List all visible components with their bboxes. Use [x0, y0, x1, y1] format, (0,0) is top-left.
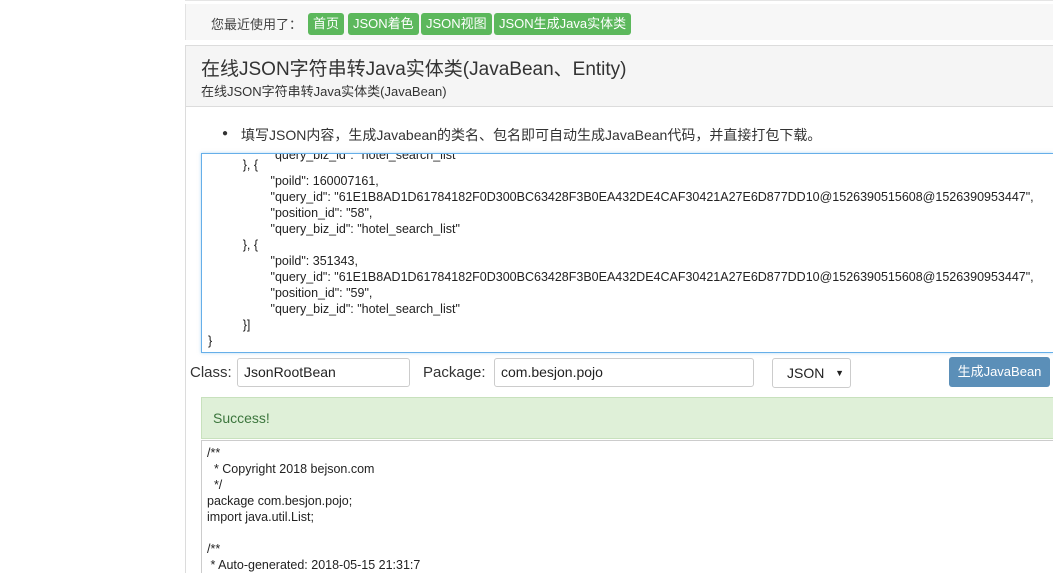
- recent-tag-json-view[interactable]: JSON视图: [421, 13, 492, 35]
- editor-line: "query_biz_id": "hotel_search_list": [208, 222, 460, 236]
- format-select-value: JSON: [787, 365, 825, 381]
- editor-line: "query_biz_id": "hotel_search_list": [208, 302, 460, 316]
- package-name-input[interactable]: com.besjon.pojo: [494, 358, 754, 387]
- panel-heading: 在线JSON字符串转Java实体类(JavaBean、Entity) 在线JSO…: [185, 45, 1053, 107]
- editor-line: "query_id": "61E1B8AD1D61784182F0D300BC6…: [208, 270, 1034, 284]
- success-message: Success!: [213, 410, 270, 426]
- output-line: * Copyright 2018 bejson.com: [207, 462, 375, 476]
- editor-line: "position_id": "58",: [208, 206, 373, 220]
- caret-down-icon: ▼: [835, 368, 844, 378]
- page-subtitle: 在线JSON字符串转Java实体类(JavaBean): [201, 84, 447, 99]
- json-input-editor[interactable]: "query_biz_id": "hotel_search_list" }, {…: [201, 153, 1053, 353]
- output-line: */: [207, 478, 223, 492]
- editor-line: }, {: [208, 158, 259, 172]
- editor-line: }]: [208, 318, 251, 332]
- class-name-input[interactable]: JsonRootBean: [237, 358, 410, 387]
- recent-tag-json-color[interactable]: JSON着色: [348, 13, 419, 35]
- output-line: /**: [207, 542, 221, 556]
- output-line: import java.util.List;: [207, 510, 314, 524]
- package-label: Package:: [423, 364, 486, 381]
- editor-line: }: [208, 334, 213, 348]
- recent-tag-home[interactable]: 首页: [308, 13, 345, 35]
- output-line: package com.besjon.pojo;: [207, 494, 353, 508]
- tip-text: 填写JSON内容，生成Javabean的类名、包名即可自动生成JavaBean代…: [241, 127, 822, 143]
- recent-label: 您最近使用了：: [211, 17, 303, 32]
- bullet-icon: ●: [222, 128, 229, 139]
- output-line: /**: [207, 446, 221, 460]
- class-label: Class:: [190, 364, 232, 381]
- editor-line: "poild": 351343,: [208, 254, 358, 268]
- editor-line: "poild": 160007161,: [208, 174, 379, 188]
- editor-line: }, {: [208, 238, 259, 252]
- recent-bar: 您最近使用了： 首页 JSON着色 JSON视图 JSON生成Java实体类: [185, 4, 1053, 40]
- page-title: 在线JSON字符串转Java实体类(JavaBean、Entity): [201, 59, 627, 80]
- editor-line: "query_id": "61E1B8AD1D61784182F0D300BC6…: [208, 190, 1034, 204]
- format-select[interactable]: JSON ▼: [772, 358, 851, 388]
- editor-line: "position_id": "59",: [208, 286, 373, 300]
- recent-tag-json-to-java[interactable]: JSON生成Java实体类: [494, 13, 632, 35]
- java-output-editor[interactable]: /** * Copyright 2018 bejson.com */ packa…: [201, 440, 1053, 573]
- success-alert: Success!: [201, 397, 1053, 439]
- output-line: * Auto-generated: 2018-05-15 21:31:7: [207, 558, 421, 572]
- generate-javabean-button[interactable]: 生成JavaBean: [949, 357, 1050, 387]
